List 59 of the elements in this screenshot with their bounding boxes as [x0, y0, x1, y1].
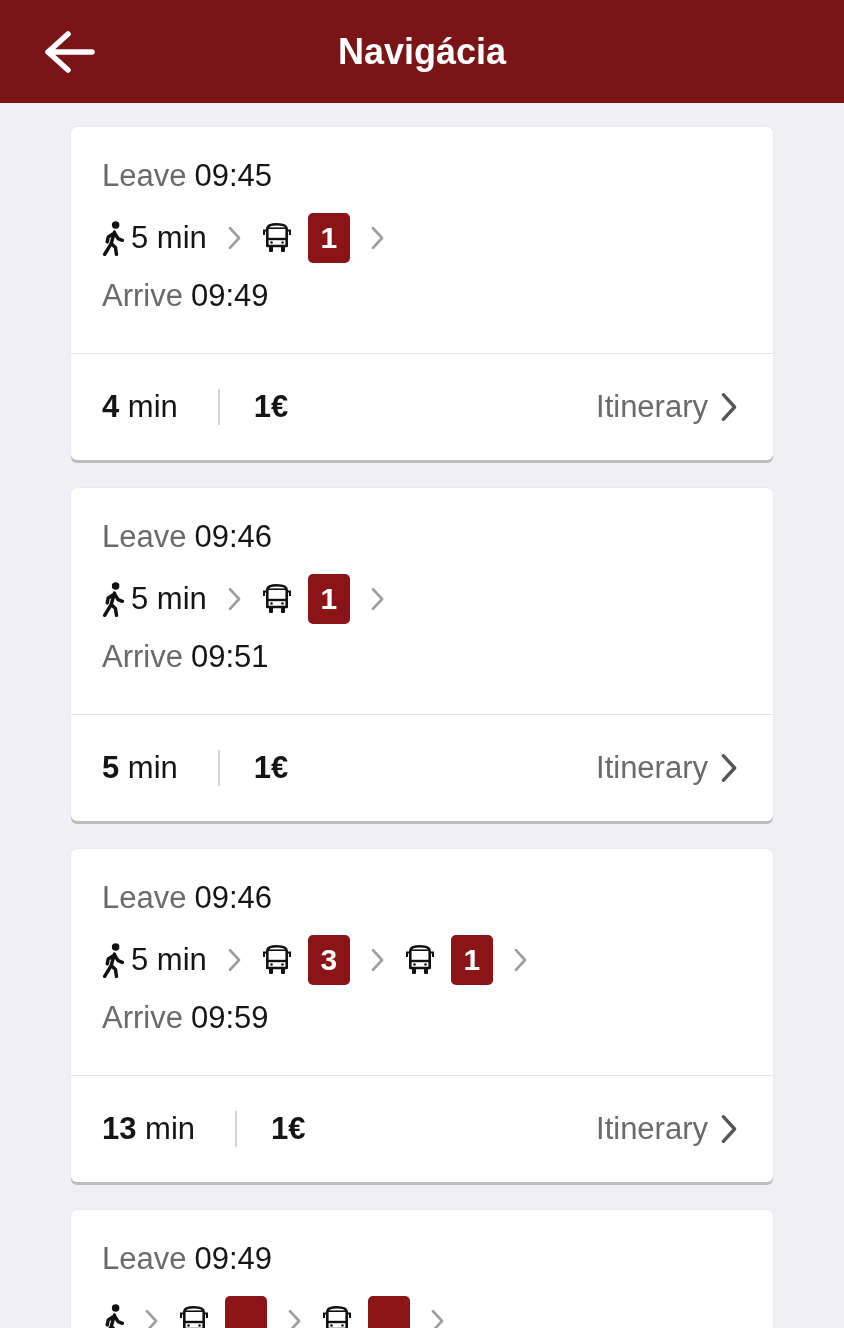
chevron-right-icon — [430, 1309, 445, 1328]
chevron-right-icon — [720, 753, 738, 783]
back-button[interactable] — [44, 29, 96, 74]
itinerary-link[interactable]: Itinerary — [596, 748, 738, 788]
leave-label: Leave — [102, 518, 187, 556]
price: 1€ — [253, 388, 289, 426]
leave-time: 09:46 — [194, 518, 273, 556]
chevron-right-icon — [226, 587, 242, 611]
leave-label: Leave — [102, 879, 187, 917]
chevron-right-icon — [226, 948, 242, 972]
back-arrow-icon — [44, 29, 96, 74]
bus-icon — [404, 944, 435, 976]
chevron-right-icon — [369, 587, 385, 611]
arrive-label: Arrive — [102, 638, 183, 676]
itinerary-link[interactable]: Itinerary — [596, 387, 738, 427]
price: 1€ — [253, 749, 289, 787]
walk-duration: 5 min — [131, 219, 207, 257]
chevron-right-icon — [369, 948, 385, 972]
route-card[interactable]: Leave 09:46 5 min 1 Arrive 09:51 5 min 1€ Itinerary — [71, 488, 773, 821]
bus-icon — [261, 583, 292, 615]
line-number-badge: 1 — [450, 935, 493, 985]
chevron-right-icon — [720, 1114, 738, 1144]
arrive-label: Arrive — [102, 277, 183, 315]
chevron-right-icon — [720, 392, 738, 422]
leave-label: Leave — [102, 157, 187, 195]
arrive-time: 09:49 — [190, 277, 269, 315]
bus-icon — [261, 944, 292, 976]
walking-person-icon — [102, 220, 124, 256]
chevron-right-icon — [287, 1309, 302, 1328]
walking-person-icon — [102, 942, 124, 978]
bus-icon — [179, 1305, 209, 1328]
chevron-right-icon — [512, 948, 528, 972]
leave-label: Leave — [102, 1240, 187, 1278]
leave-time: 09:46 — [194, 879, 273, 917]
chevron-right-icon — [369, 226, 385, 250]
line-number-badge: 1 — [307, 213, 350, 263]
leave-time: 09:49 — [194, 1240, 273, 1278]
price: 1€ — [271, 1110, 306, 1148]
line-number-badge: 1 — [307, 574, 350, 624]
bus-icon — [322, 1305, 352, 1328]
chevron-right-icon — [144, 1309, 159, 1328]
route-card[interactable]: Leave 09:49 — [71, 1210, 773, 1328]
bus-icon — [261, 222, 292, 254]
page-title: Navigácia — [337, 29, 507, 74]
route-card[interactable]: Leave 09:45 5 min 1 Arrive 09:49 4 min 1€ Itinerary — [71, 127, 773, 460]
total-duration: 13 min — [102, 1110, 196, 1148]
arrive-label: Arrive — [102, 999, 183, 1037]
itinerary-link[interactable]: Itinerary — [596, 1109, 738, 1149]
arrive-time: 09:51 — [190, 638, 269, 676]
leave-time: 09:45 — [194, 157, 273, 195]
line-number-badge: 3 — [307, 935, 350, 985]
total-duration: 4 min — [102, 388, 178, 426]
walk-duration: 5 min — [131, 580, 207, 618]
walk-duration: 5 min — [131, 941, 207, 979]
walking-person-icon — [102, 581, 124, 617]
chevron-right-icon — [226, 226, 242, 250]
arrive-time: 09:59 — [190, 999, 269, 1037]
total-duration: 5 min — [102, 749, 178, 787]
route-card[interactable]: Leave 09:46 5 min 3 1 Arrive 09:59 13 min 1€ Itinerary — [71, 849, 773, 1182]
